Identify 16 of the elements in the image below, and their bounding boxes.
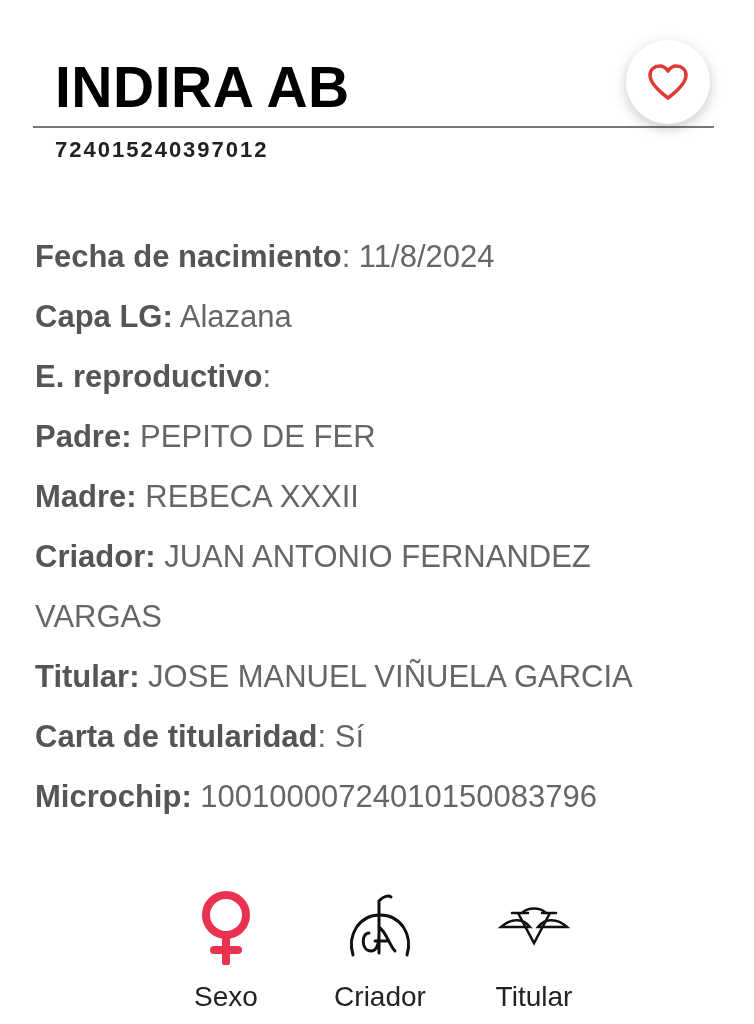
badge-label: Sexo	[194, 981, 258, 1013]
field-text: Microchip: 10010000724010150083796	[35, 778, 598, 816]
field-text: Madre: REBECA XXXII	[35, 478, 360, 516]
field-text: Titular: JOSE MANUEL VIÑUELA GARCIA	[35, 658, 634, 696]
heart-icon	[646, 62, 690, 102]
animal-code: 724015240397012	[55, 137, 269, 163]
badge-label: Criador	[334, 981, 426, 1013]
field-text: Capa LG: Alazana	[35, 298, 293, 336]
favorite-button[interactable]	[626, 40, 710, 124]
badge-label: Titular	[495, 981, 573, 1013]
animal-name: INDIRA AB	[55, 54, 350, 120]
field-text: E. reproductivo:	[35, 358, 272, 396]
field-text: Carta de titularidad: Sí	[35, 718, 365, 756]
field-text: Fecha de nacimiento: 11/8/2024	[35, 238, 496, 276]
field-text: Criador: JUAN ANTONIO FERNANDEZ VARGAS	[35, 538, 592, 636]
field-text: Padre: PEPITO DE FER	[35, 418, 377, 456]
